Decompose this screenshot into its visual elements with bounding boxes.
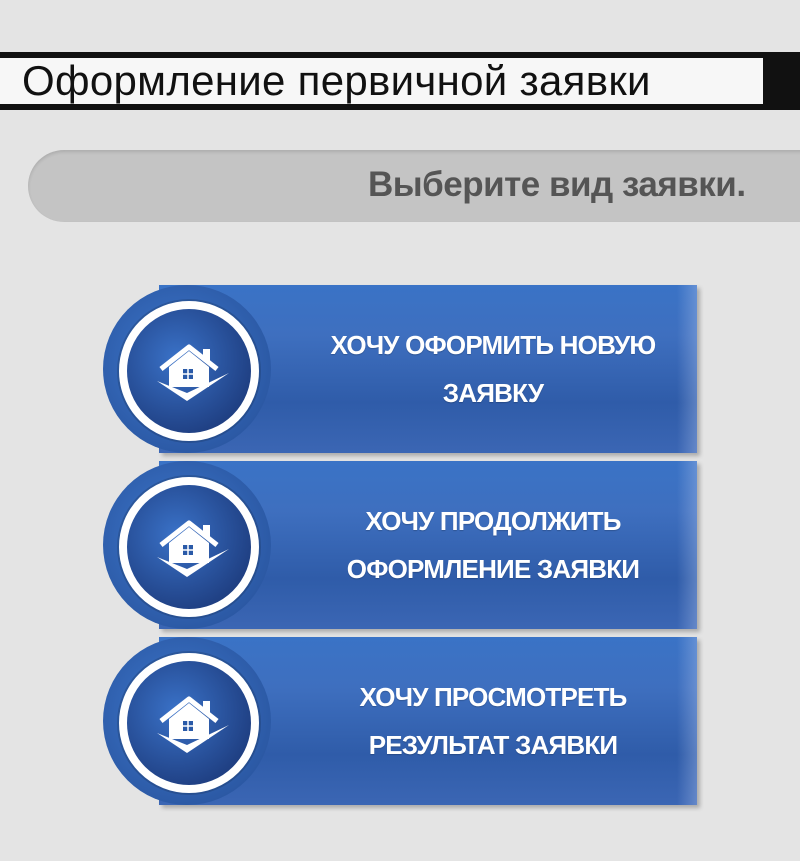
icon-circle [103,285,271,453]
icon-circle [103,461,271,629]
instruction-text: Выберите вид заявки. [368,165,746,204]
house-check-icon [157,520,229,577]
option-label-line2: РЕЗУЛЬТАТ ЗАЯВКИ [368,730,618,760]
option-label-line2: ЗАЯВКУ [442,378,544,408]
new-application-button[interactable]: ХОЧУ ОФОРМИТЬ НОВУЮ ЗАЯВКУ [103,285,697,453]
option-label-line2: ОФОРМЛЕНИЕ ЗАЯВКИ [346,554,640,584]
option-label: ХОЧУ ПРОДОЛЖИТЬ ОФОРМЛЕНИЕ ЗАЯВКИ [293,461,693,629]
option-label-line1: ХОЧУ ОФОРМИТЬ НОВУЮ [330,330,657,360]
option-label: ХОЧУ ОФОРМИТЬ НОВУЮ ЗАЯВКУ [293,285,693,453]
option-label-line1: ХОЧУ ПРОСМОТРЕТЬ [359,682,627,712]
icon-ring [119,653,259,793]
instruction-banner: Выберите вид заявки. [28,150,800,222]
house-check-icon [157,696,229,753]
view-result-button[interactable]: ХОЧУ ПРОСМОТРЕТЬ РЕЗУЛЬТАТ ЗАЯВКИ [103,637,697,805]
icon-circle [103,637,271,805]
option-label: ХОЧУ ПРОСМОТРЕТЬ РЕЗУЛЬТАТ ЗАЯВКИ [293,637,693,805]
continue-application-button[interactable]: ХОЧУ ПРОДОЛЖИТЬ ОФОРМЛЕНИЕ ЗАЯВКИ [103,461,697,629]
icon-ring [119,477,259,617]
icon-ring [119,301,259,441]
option-label-line1: ХОЧУ ПРОДОЛЖИТЬ [365,506,621,536]
house-check-icon [157,344,229,401]
page-title: Оформление первичной заявки [0,58,763,104]
